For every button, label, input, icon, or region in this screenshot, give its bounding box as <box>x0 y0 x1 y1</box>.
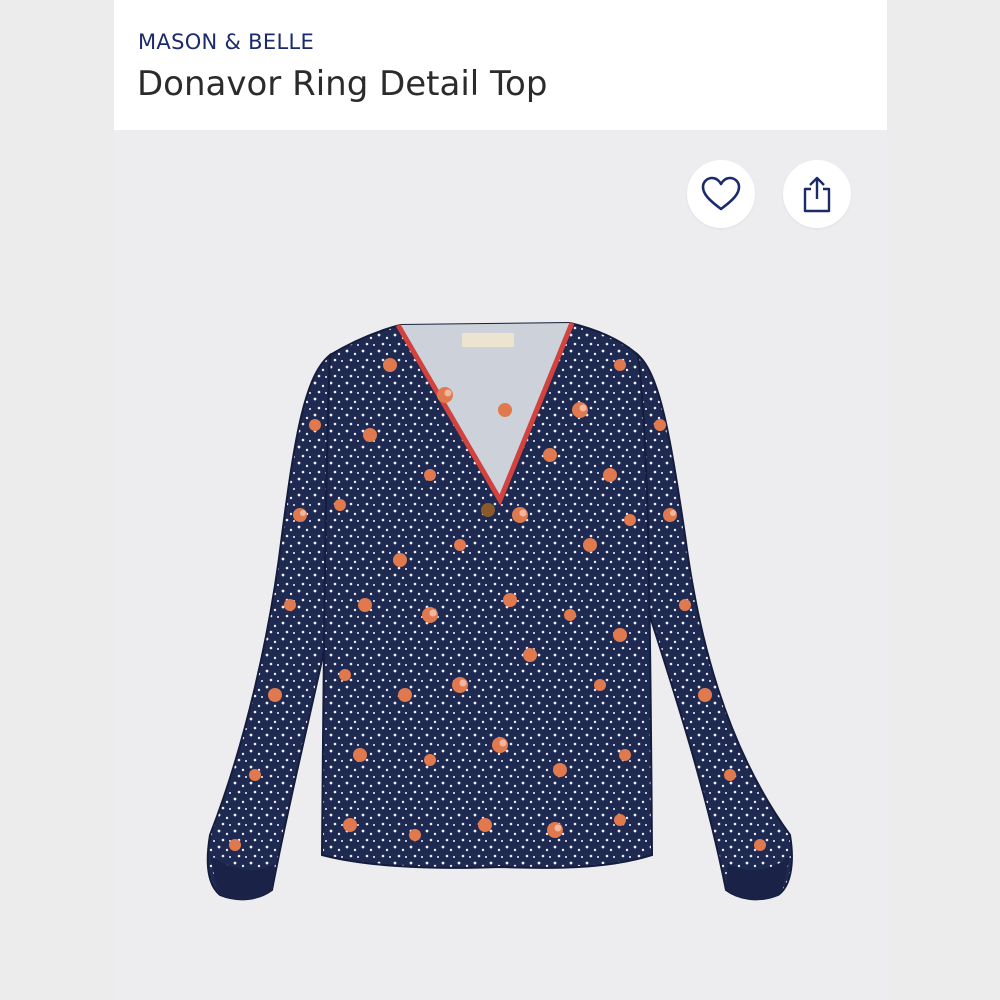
product-image <box>206 321 793 901</box>
left-margin <box>0 0 114 1000</box>
favorite-button[interactable] <box>687 160 755 228</box>
right-margin <box>887 0 1000 1000</box>
neck-label <box>462 333 514 347</box>
product-header: MASON & BELLE Donavor Ring Detail Top <box>114 0 887 130</box>
ring-detail <box>481 503 495 517</box>
left-sleeve <box>206 352 340 901</box>
share-button[interactable] <box>783 160 851 228</box>
heart-icon <box>701 176 741 211</box>
product-title: Donavor Ring Detail Top <box>137 64 548 104</box>
brand-name[interactable]: MASON & BELLE <box>138 30 314 54</box>
share-icon <box>803 176 831 213</box>
right-sleeve <box>636 352 793 901</box>
